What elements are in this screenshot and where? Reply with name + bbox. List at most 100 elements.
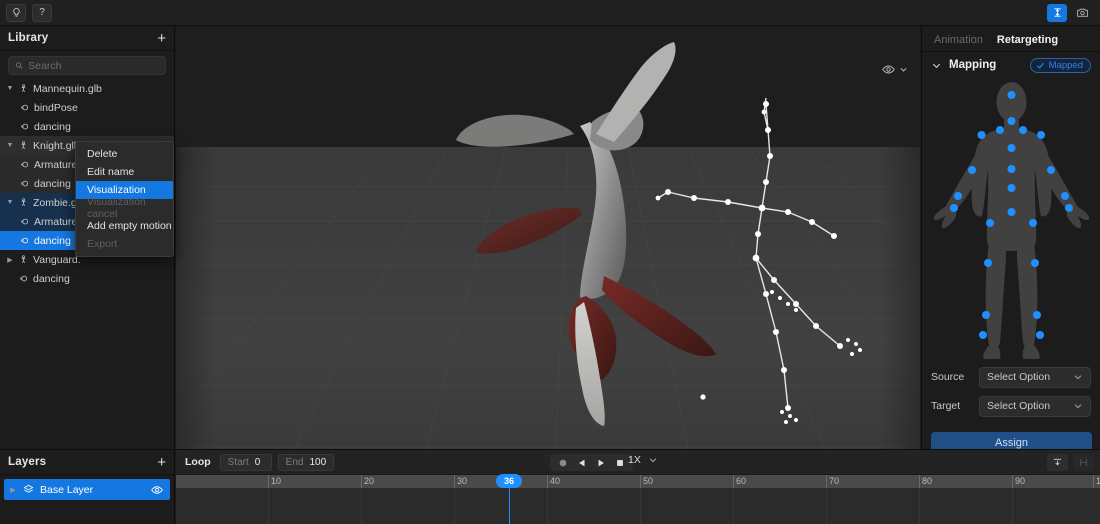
ruler-tick-label: 70 [829,476,840,486]
eye-icon [151,485,163,494]
retarget-icon-button[interactable] [1047,3,1067,22]
chevron-down-icon [900,68,907,72]
help-icon-button[interactable]: ? [32,3,52,22]
target-label: Target [931,400,961,412]
library-search-wrap [0,51,174,79]
step-back-button[interactable] [577,458,587,468]
right-panel-tabs: Animation Retargeting [922,26,1100,52]
context-menu-label: Delete [87,148,118,160]
ruler-tick-label: 30 [457,476,468,486]
playhead-frame-badge[interactable]: 36 [496,474,522,488]
layer-row-base[interactable]: ▶ Base Layer [4,479,170,500]
loop-end-field[interactable]: End 100 [277,453,335,471]
status-badge[interactable]: Mapped [1029,57,1091,73]
humanoid-silhouette [933,82,1090,359]
top-toolbar-left: ? [0,3,52,22]
playback-speed-control[interactable]: 1X [628,454,658,466]
loop-end-value: 100 [309,456,327,468]
search-input[interactable] [28,59,159,72]
tree-item-root-dancing[interactable]: ▶ dancing [0,269,174,288]
context-menu-item-edit-name[interactable]: Edit name [76,163,173,181]
import-motion-button[interactable] [1047,454,1068,471]
model-icon [21,84,26,93]
tree-item-label: bindPose [34,101,78,114]
ruler-tick-label: 40 [550,476,561,486]
ruler-tick-label: 60 [736,476,747,486]
mapping-title: Mapping [949,59,997,71]
timeline-ruler[interactable]: 10 20 30 40 50 60 70 80 90 100 [176,474,1100,489]
tree-item-label: Vanguard. [33,253,81,266]
ruler-tick-label: 20 [364,476,375,486]
target-select[interactable]: Select Option [979,395,1091,417]
motion-icon [21,104,29,111]
tab-animation[interactable]: Animation [934,32,983,46]
motion-icon [21,161,29,168]
layers-header: Layers + [0,450,174,475]
loop-start-field[interactable]: Start 0 [219,453,272,471]
help-icon: ? [39,7,45,18]
ruler-tick-label: 90 [1015,476,1026,486]
humanoid-mapping-figure[interactable] [922,78,1100,360]
retargeting-panel: Animation Retargeting Mapping Mapped Sou… [921,26,1100,454]
library-title: Library [8,32,49,44]
viewport-3d[interactable] [176,26,920,449]
library-search[interactable] [8,56,166,75]
loop-end-label: End [285,456,304,468]
tree-item-mannequin-dancing[interactable]: dancing [0,117,174,136]
model-icon [21,198,26,207]
twisty-down-icon[interactable]: ▼ [6,85,14,92]
context-menu-label: Add empty motion [87,220,172,232]
tree-item-mannequin[interactable]: ▼ Mannequin.glb [0,79,174,98]
timeline-track-area[interactable] [176,488,1100,524]
motion-icon [21,218,29,225]
tree-item-label: Armature| [34,158,80,171]
tree-item-label: Knight.glb [33,139,80,152]
tree-item-label: Mannequin.glb [33,82,102,95]
tab-retargeting[interactable]: Retargeting [997,32,1058,46]
context-menu-item-delete[interactable]: Delete [76,145,173,163]
tree-item-label: Armature| [34,215,80,228]
source-select[interactable]: Select Option [979,366,1091,388]
tree-item-bindpose[interactable]: bindPose [0,98,174,117]
top-toolbar-right [1047,3,1100,22]
twisty-right-icon[interactable]: ▶ [6,256,14,264]
transport-controls [550,454,633,471]
ruler-tick-label: 50 [643,476,654,486]
context-menu-item-add-empty-motion[interactable]: Add empty motion [76,217,173,235]
twisty-right-icon[interactable]: ▶ [9,486,17,494]
timeline-panel: Loop Start 0 End 100 1X 10 20 30 40 50 6… [176,449,1100,524]
model-icon [21,141,26,150]
top-toolbar: ? [0,0,1100,26]
camera-icon-button[interactable] [1072,4,1092,22]
loop-start-label: Start [227,456,249,468]
layers-panel: Layers + ▶ Base Layer [0,449,175,524]
play-button[interactable] [596,458,606,468]
eye-icon [882,65,895,74]
source-select-value: Select Option [987,371,1051,383]
library-header: Library + [0,26,174,51]
context-menu-label: Visualization cancel [87,196,146,220]
bulb-icon-button[interactable] [6,3,26,22]
chevron-down-icon [649,458,657,463]
record-button[interactable] [558,458,568,468]
twisty-down-icon[interactable]: ▼ [6,142,14,149]
target-field-row: Target Select Option [922,394,1100,418]
status-badge-label: Mapped [1048,59,1083,71]
frame-range-button[interactable] [1073,454,1094,471]
check-icon [1036,62,1044,69]
context-menu-item-export: Export [76,235,173,253]
app-root: ? Library + Search ▼ Mannequin.glb bindP… [0,0,1100,524]
viewport-visibility-control[interactable] [882,63,908,76]
timeline-toolbar: Loop Start 0 End 100 1X [176,450,1100,474]
layers-title: Layers [8,456,47,468]
library-add-button[interactable]: + [157,31,166,46]
twisty-down-icon[interactable]: ▼ [6,199,14,206]
layers-add-button[interactable]: + [157,455,166,470]
target-select-value: Select Option [987,400,1051,412]
tree-item-label: dancing [34,177,71,190]
playback-speed-value: 1X [628,454,641,466]
motion-icon [21,180,29,187]
chevron-down-icon [932,63,941,68]
stop-button[interactable] [615,458,625,468]
loop-label[interactable]: Loop [182,456,214,468]
